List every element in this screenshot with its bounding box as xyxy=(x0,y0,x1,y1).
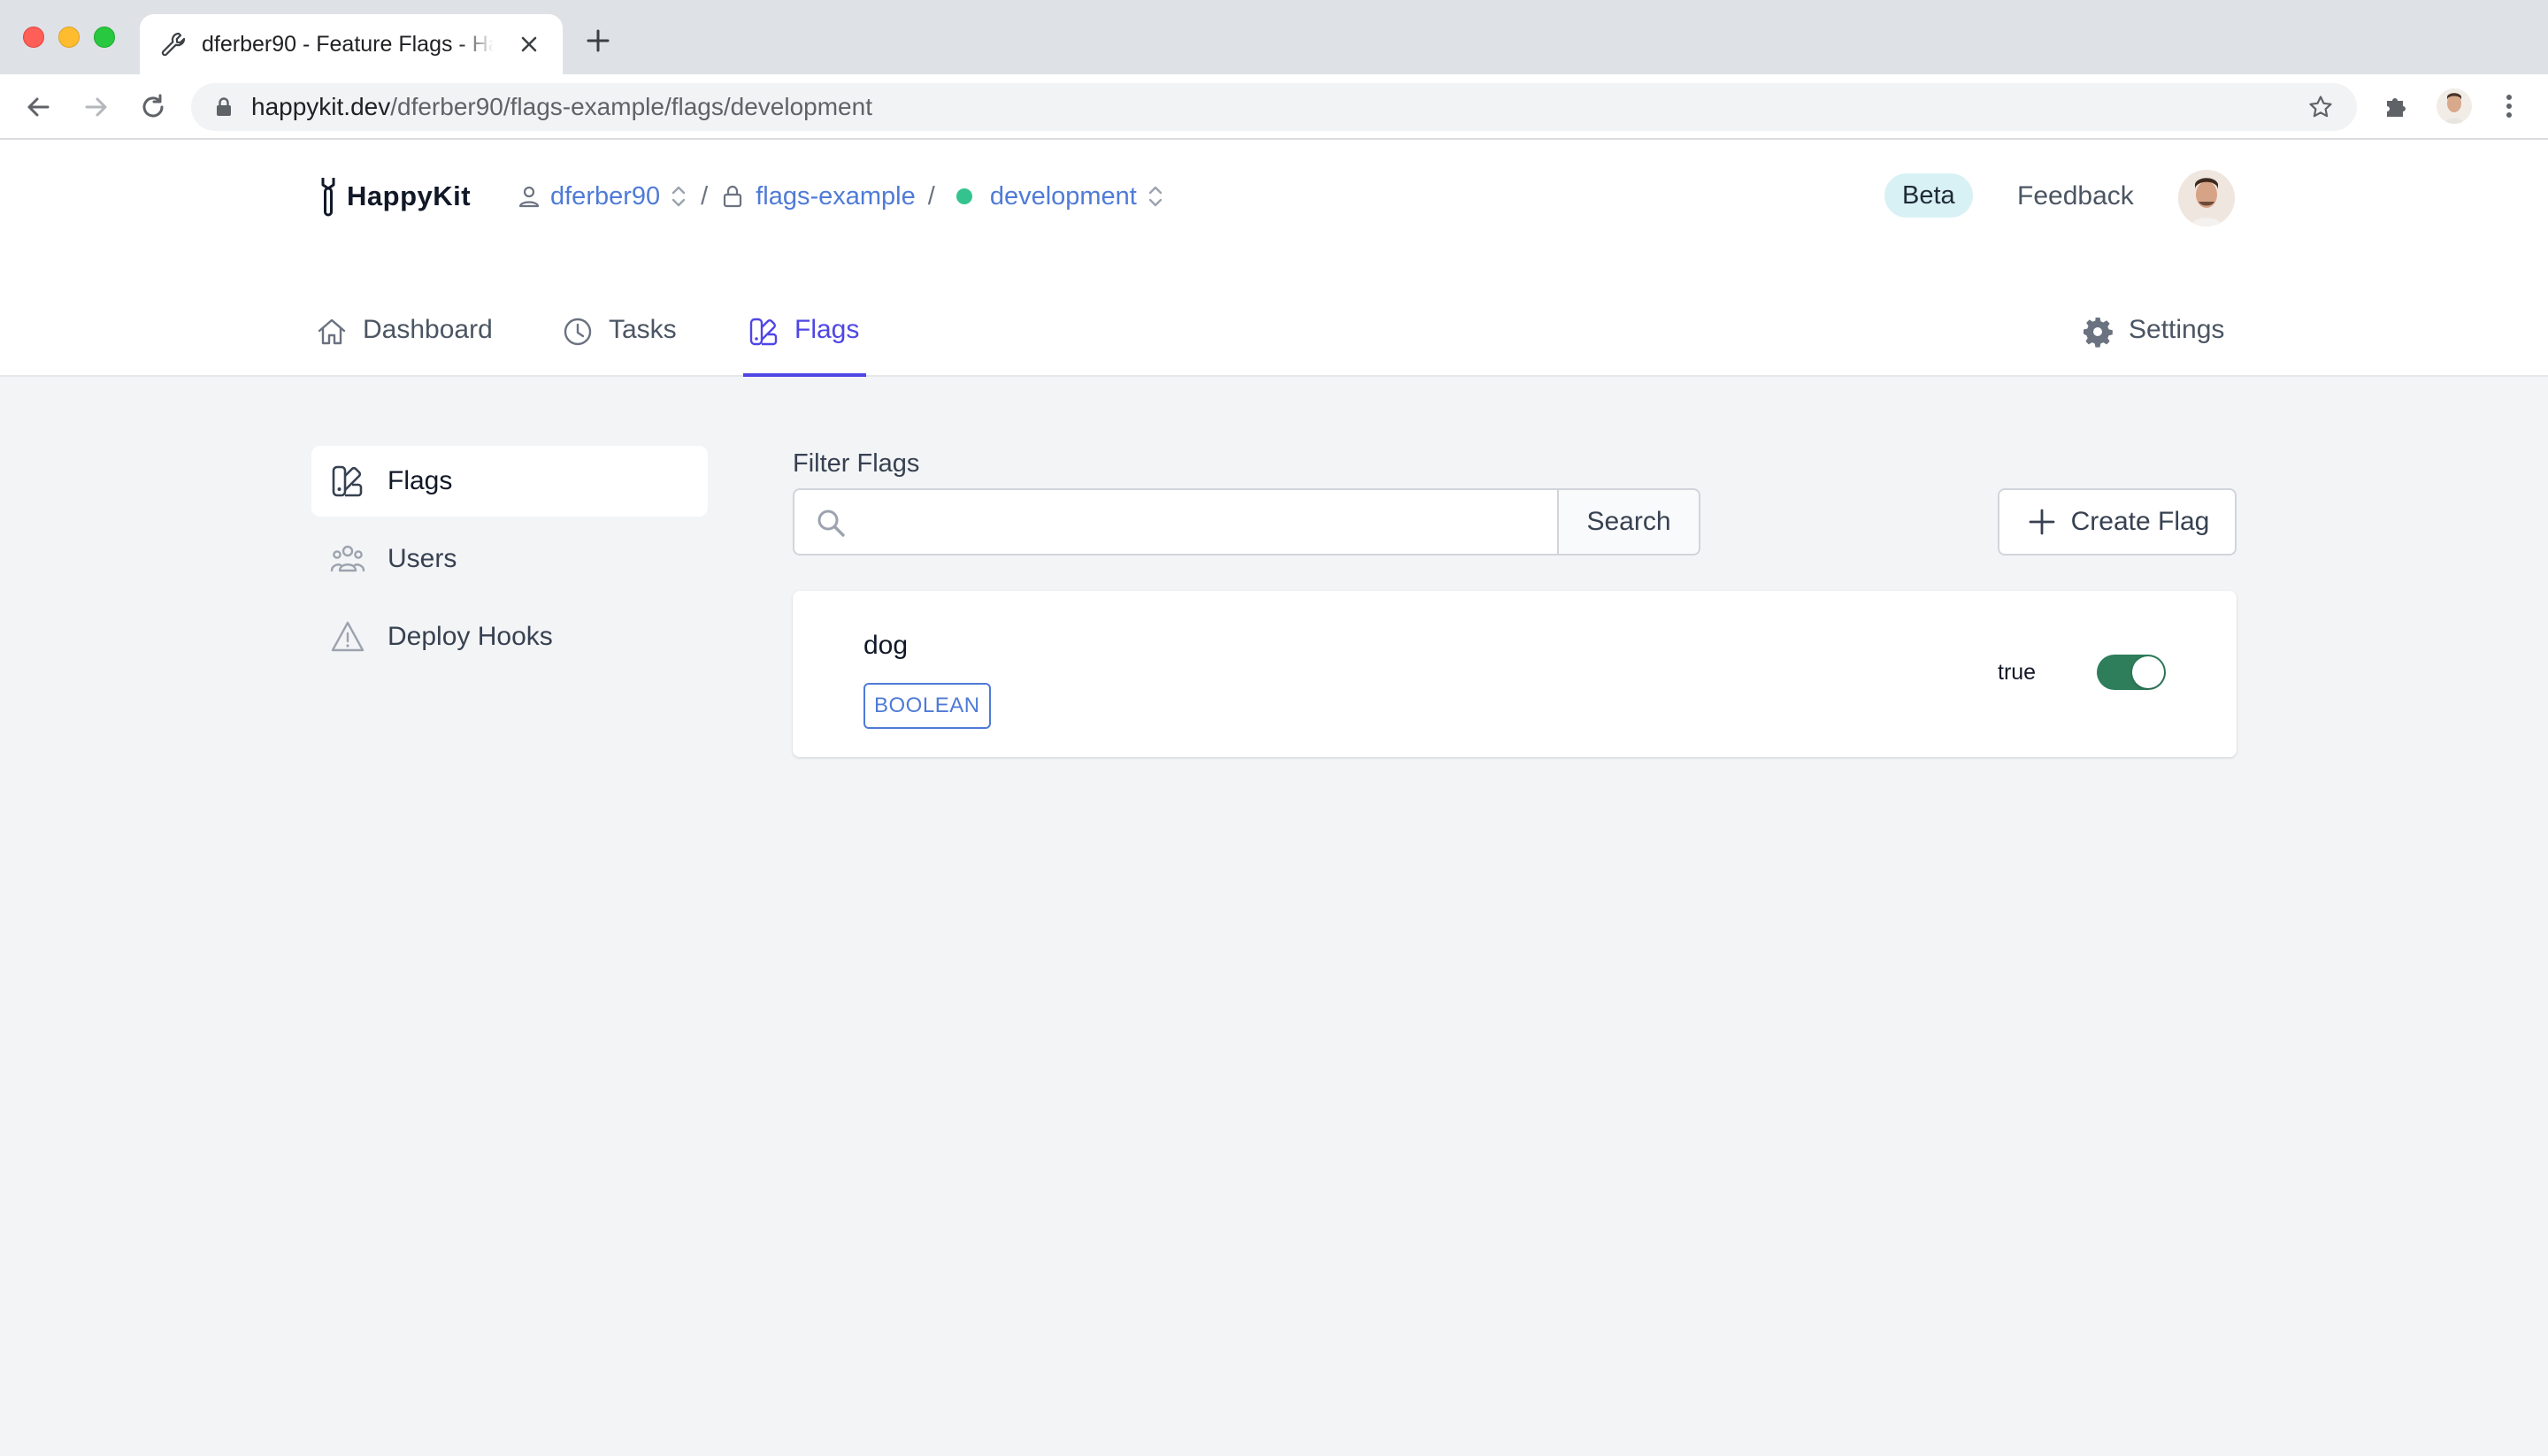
main-nav-tabs: Dashboard Tasks Flags Settings xyxy=(315,304,2235,377)
wrench-icon xyxy=(161,32,186,57)
profile-face-icon xyxy=(2437,88,2472,124)
browser-tab-strip: dferber90 - Feature Flags - HappyKit xyxy=(0,0,2548,74)
user-avatar[interactable] xyxy=(2178,170,2235,226)
window-minimize-button[interactable] xyxy=(58,27,80,48)
tab-settings-label: Settings xyxy=(2129,315,2225,344)
sidebar-item-label: Flags xyxy=(388,466,453,495)
tab-settings[interactable]: Settings xyxy=(2081,304,2224,377)
extensions-puzzle-icon[interactable] xyxy=(2380,90,2412,122)
window-zoom-button[interactable] xyxy=(94,27,115,48)
sidebar-item-users[interactable]: Users xyxy=(311,524,708,594)
chevron-up-down-icon[interactable] xyxy=(669,182,688,211)
reload-icon[interactable] xyxy=(136,90,170,124)
plus-icon xyxy=(2029,509,2055,535)
search-button[interactable]: Search xyxy=(1557,488,1700,556)
url-path: /dferber90/flags-example/flags/developme… xyxy=(390,93,872,120)
search-icon xyxy=(817,510,845,537)
flag-value-label: true xyxy=(1998,660,2037,685)
warning-triangle-icon xyxy=(331,621,365,652)
sidebar-item-label: Users xyxy=(388,544,457,573)
environment-status-dot xyxy=(956,188,972,204)
flag-name: dog xyxy=(863,631,909,660)
browser-toolbar: happykit.dev/dferber90/flags-example/fla… xyxy=(0,74,2548,140)
home-icon xyxy=(318,318,346,345)
tab-tasks[interactable]: Tasks xyxy=(561,304,677,377)
sidebar-item-label: Deploy Hooks xyxy=(388,622,553,651)
browser-chrome: dferber90 - Feature Flags - HappyKit hap… xyxy=(0,0,2548,140)
url-host: happykit.dev xyxy=(251,93,391,120)
lock-icon xyxy=(724,185,742,208)
flag-list-item[interactable]: dog BOOLEAN true xyxy=(793,591,2237,757)
brand-name: HappyKit xyxy=(347,180,472,211)
new-tab-plus-icon[interactable] xyxy=(584,27,612,55)
flag-type-badge: BOOLEAN xyxy=(863,683,991,729)
breadcrumb-separator: / xyxy=(927,181,935,211)
create-flag-button[interactable]: Create Flag xyxy=(1998,488,2237,556)
window-close-button[interactable] xyxy=(23,27,44,48)
lock-icon xyxy=(217,97,231,116)
tab-flags-label: Flags xyxy=(794,315,860,344)
chevron-up-down-icon[interactable] xyxy=(1146,182,1165,211)
avatar-face-icon xyxy=(2178,170,2235,226)
filter-flags-label: Filter Flags xyxy=(793,449,920,478)
swatch-icon xyxy=(332,465,363,497)
close-icon[interactable] xyxy=(515,30,543,58)
breadcrumb: dferber90 / flags-example / development xyxy=(517,177,1165,216)
bookmark-star-icon[interactable] xyxy=(2307,94,2334,120)
browser-tab-title: dferber90 - Feature Flags - HappyKit xyxy=(202,32,494,57)
user-icon xyxy=(518,186,540,208)
gear-icon xyxy=(2084,318,2113,348)
tab-flags[interactable]: Flags xyxy=(743,304,867,377)
flag-toggle[interactable] xyxy=(2097,655,2166,690)
more-vertical-icon[interactable] xyxy=(2493,90,2525,122)
wrench-logo-icon xyxy=(321,178,335,217)
breadcrumb-project-link[interactable]: flags-example xyxy=(756,182,916,211)
tab-tasks-label: Tasks xyxy=(609,315,677,344)
back-arrow-icon[interactable] xyxy=(21,90,55,124)
tab-dashboard-label: Dashboard xyxy=(363,315,493,344)
sidebar-item-flags[interactable]: Flags xyxy=(311,446,708,517)
swatch-icon xyxy=(749,318,778,346)
toggle-knob xyxy=(2132,656,2164,688)
filter-search-group: Search xyxy=(793,488,1700,556)
sidebar-item-deploy-hooks[interactable]: Deploy Hooks xyxy=(311,602,708,672)
breadcrumb-environment-link[interactable]: development xyxy=(990,182,1137,211)
filter-search-input[interactable] xyxy=(858,490,1460,554)
tab-dashboard[interactable]: Dashboard xyxy=(315,304,493,377)
url-text: happykit.dev/dferber90/flags-example/fla… xyxy=(251,93,872,121)
forward-arrow-icon[interactable] xyxy=(80,90,113,124)
breadcrumb-user-link[interactable]: dferber90 xyxy=(550,182,660,211)
create-flag-label: Create Flag xyxy=(2070,507,2210,536)
feedback-button[interactable]: Feedback xyxy=(2017,179,2134,214)
users-icon xyxy=(330,545,365,572)
address-bar[interactable]: happykit.dev/dferber90/flags-example/fla… xyxy=(191,83,2357,131)
browser-profile-avatar[interactable] xyxy=(2437,88,2472,124)
beta-badge: Beta xyxy=(1884,173,1973,218)
brand-logo[interactable]: HappyKit xyxy=(317,175,471,218)
browser-tab[interactable]: dferber90 - Feature Flags - HappyKit xyxy=(140,14,563,74)
app-header: HappyKit dferber90 / flags-example / dev… xyxy=(0,140,2548,377)
breadcrumb-separator: / xyxy=(701,181,709,211)
clock-icon xyxy=(564,318,592,346)
